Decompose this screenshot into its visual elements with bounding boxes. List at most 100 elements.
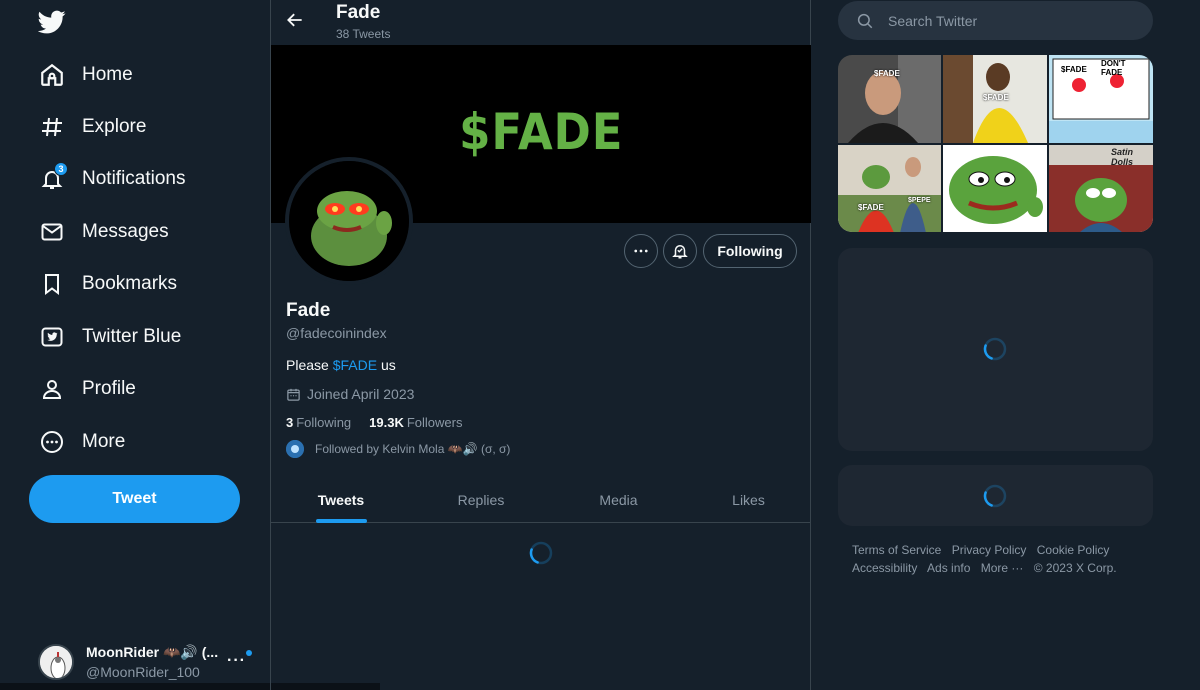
hashtag-icon bbox=[38, 113, 66, 141]
nav-profile[interactable]: Profile bbox=[38, 369, 136, 409]
media-thumbnail[interactable]: $FADE $PEPE bbox=[838, 145, 941, 232]
twitter-bird-logo-icon[interactable] bbox=[37, 8, 68, 36]
media-thumbnail[interactable] bbox=[943, 145, 1047, 232]
profile-column: Fade 38 Tweets $FADE Following Fade @fad… bbox=[270, 0, 811, 690]
tab-likes-label: Likes bbox=[732, 491, 765, 508]
calendar-icon bbox=[287, 388, 300, 401]
media-gallery: $FADE $FADE $FADE DON'T FADE $FADE $PEPE… bbox=[838, 55, 1153, 232]
footer-link[interactable]: Cookie Policy bbox=[1037, 543, 1110, 557]
footer-link[interactable]: Privacy Policy bbox=[952, 543, 1027, 557]
account-handle: @MoonRider_100 bbox=[86, 664, 200, 680]
account-switcher[interactable]: MoonRider 🦇🔊 (... @MoonRider_100 ··· bbox=[38, 640, 260, 684]
footer-links: Terms of Service Privacy Policy Cookie P… bbox=[852, 541, 1152, 577]
joined-date: Joined April 2023 bbox=[286, 386, 414, 402]
nav-profile-label: Profile bbox=[82, 378, 136, 399]
left-sidebar: Home Explore 3 Notifications Messages Bo… bbox=[0, 0, 270, 690]
bio-suffix: us bbox=[377, 357, 396, 373]
nav-more-label: More bbox=[82, 431, 126, 452]
avatar bbox=[38, 644, 74, 680]
nav-more[interactable]: More bbox=[38, 422, 125, 462]
followers-count: 19.3K bbox=[369, 415, 404, 430]
nav-bookmarks-label: Bookmarks bbox=[82, 273, 178, 294]
tweet-button[interactable]: Tweet bbox=[29, 475, 240, 523]
joined-text: Joined April 2023 bbox=[307, 386, 415, 402]
nav-explore-label: Explore bbox=[82, 116, 147, 137]
footer-link[interactable]: More ··· bbox=[981, 561, 1024, 575]
avatar bbox=[286, 440, 304, 458]
media-thumbnail[interactable]: $FADE bbox=[838, 55, 941, 143]
tab-replies-label: Replies bbox=[457, 491, 505, 508]
nav-home[interactable]: Home bbox=[38, 55, 133, 95]
media-caption: DON'T FADE bbox=[1101, 59, 1126, 77]
nav-messages-label: Messages bbox=[82, 221, 169, 242]
search-input[interactable] bbox=[888, 12, 1128, 29]
profile-name: Fade bbox=[286, 300, 331, 321]
banner-text: $FADE bbox=[458, 102, 624, 161]
following-count: 3 bbox=[286, 415, 294, 430]
back-arrow-icon[interactable] bbox=[285, 10, 305, 30]
tab-media-label: Media bbox=[599, 491, 638, 508]
header-profile-name: Fade bbox=[336, 2, 381, 23]
footer-link[interactable]: Terms of Service bbox=[852, 543, 941, 557]
profile-handle: @fadecoinindex bbox=[286, 325, 387, 341]
active-tab-indicator bbox=[316, 519, 367, 523]
profile-avatar[interactable] bbox=[285, 157, 413, 285]
tab-replies[interactable]: Replies bbox=[411, 476, 551, 523]
media-caption: $FADE bbox=[1061, 65, 1087, 74]
footer-link[interactable]: Ads info bbox=[927, 561, 970, 575]
media-thumbnail[interactable]: Satin Dolls bbox=[1049, 145, 1153, 232]
loading-spinner-icon bbox=[529, 541, 553, 565]
loading-card bbox=[838, 465, 1153, 526]
unread-dot bbox=[246, 650, 252, 656]
tab-media[interactable]: Media bbox=[551, 476, 686, 523]
search-icon bbox=[857, 13, 873, 28]
followers-stat-label: Followers bbox=[406, 415, 463, 430]
bio-cashtag-link[interactable]: $FADE bbox=[333, 357, 377, 373]
profile-tabs: Tweets Replies Media Likes bbox=[271, 476, 811, 523]
media-caption: Satin Dolls bbox=[1111, 147, 1134, 167]
account-name: MoonRider 🦇🔊 (... bbox=[86, 644, 219, 660]
nav-home-label: Home bbox=[82, 64, 133, 85]
footer-link[interactable]: Accessibility bbox=[852, 561, 917, 575]
nav-notifications[interactable]: 3 Notifications bbox=[38, 159, 186, 199]
nav-messages[interactable]: Messages bbox=[38, 212, 169, 252]
header-tweet-count: 38 Tweets bbox=[336, 27, 391, 41]
twitter-blue-icon bbox=[38, 323, 66, 351]
nav-twitter-blue[interactable]: Twitter Blue bbox=[38, 317, 181, 357]
following-button[interactable]: Following bbox=[703, 234, 797, 268]
person-icon bbox=[38, 375, 66, 403]
bell-icon: 3 bbox=[38, 162, 68, 193]
notify-button[interactable] bbox=[663, 234, 697, 268]
bookmark-icon bbox=[38, 270, 66, 298]
tab-likes[interactable]: Likes bbox=[686, 476, 811, 523]
more-horizontal-icon[interactable]: ··· bbox=[227, 652, 246, 670]
loading-spinner-icon bbox=[983, 337, 1007, 361]
following-stat[interactable]: 3 Following bbox=[286, 415, 351, 430]
tab-tweets-label: Tweets bbox=[317, 491, 365, 508]
bell-check-icon bbox=[672, 245, 688, 259]
followed-by[interactable]: Followed by Kelvin Mola 🦇🔊 (σ, σ) bbox=[286, 440, 510, 458]
media-caption: $FADE bbox=[874, 69, 900, 78]
media-caption: $PEPE bbox=[908, 197, 931, 204]
bio-prefix: Please bbox=[286, 357, 333, 373]
pepe-avatar-image bbox=[289, 161, 409, 281]
nav-notifications-label: Notifications bbox=[82, 168, 186, 189]
media-thumbnail[interactable]: $FADE bbox=[943, 55, 1047, 143]
search-bar[interactable] bbox=[838, 1, 1153, 40]
nav-explore[interactable]: Explore bbox=[38, 107, 146, 147]
media-thumbnail[interactable]: $FADE DON'T FADE bbox=[1049, 55, 1153, 143]
followers-stat[interactable]: 19.3K Followers bbox=[369, 415, 462, 430]
more-options-button[interactable] bbox=[624, 234, 658, 268]
media-caption: $FADE bbox=[858, 203, 884, 212]
nav-bookmarks[interactable]: Bookmarks bbox=[38, 264, 177, 304]
followed-by-text: Followed by Kelvin Mola 🦇🔊 (σ, σ) bbox=[315, 442, 511, 456]
tab-tweets[interactable]: Tweets bbox=[271, 476, 411, 523]
nav-twitter-blue-label: Twitter Blue bbox=[82, 326, 182, 347]
more-horizontal-icon bbox=[634, 249, 648, 253]
notification-badge: 3 bbox=[54, 162, 68, 176]
media-caption: $FADE bbox=[983, 93, 1009, 102]
following-stat-label: Following bbox=[296, 415, 352, 430]
loading-spinner-icon bbox=[983, 484, 1007, 508]
copyright: © 2023 X Corp. bbox=[1033, 561, 1117, 575]
profile-bio: Please $FADE us bbox=[286, 357, 396, 373]
